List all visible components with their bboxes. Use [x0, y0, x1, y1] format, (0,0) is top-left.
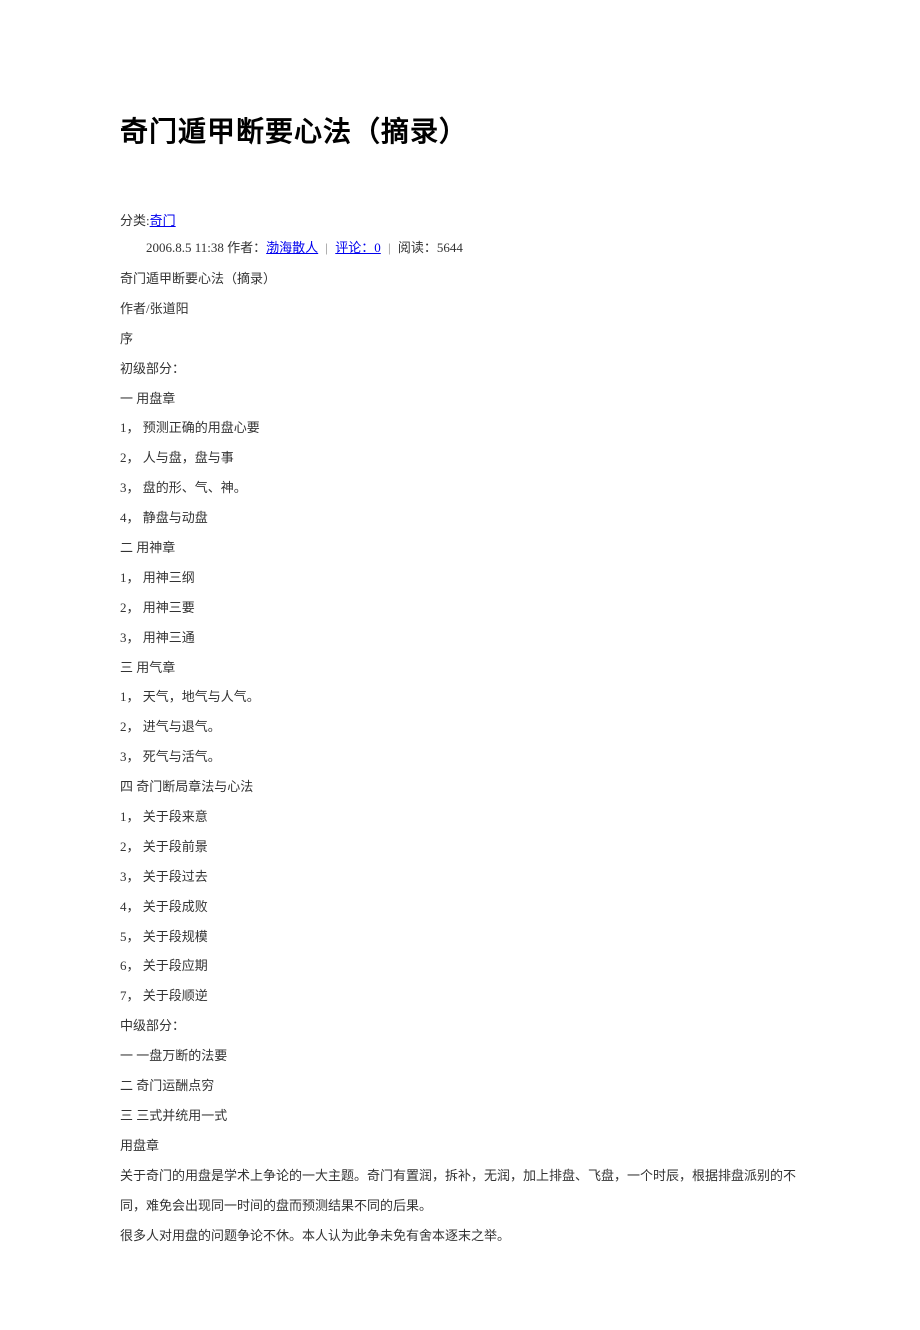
- body-line: 2， 用神三要: [120, 593, 800, 623]
- body-line: 1， 关于段来意: [120, 802, 800, 832]
- meta-author-label: 作者：: [227, 240, 266, 255]
- body-line: 二 奇门运酬点穷: [120, 1071, 800, 1101]
- body-line: 5， 关于段规模: [120, 922, 800, 952]
- document-page: 奇门遁甲断要心法（摘录） 分类:奇门 2006.8.5 11:38 作者：渤海散…: [0, 0, 920, 1330]
- body-line: 1， 预测正确的用盘心要: [120, 413, 800, 443]
- body-line: 3， 死气与活气。: [120, 742, 800, 772]
- author-link[interactable]: 渤海散人: [266, 240, 318, 255]
- body-line: 2， 关于段前景: [120, 832, 800, 862]
- body-line: 作者/张道阳: [120, 294, 800, 324]
- body-line: 初级部分：: [120, 354, 800, 384]
- body-line: 3， 用神三通: [120, 623, 800, 653]
- comments-link[interactable]: 评论：0: [335, 240, 381, 255]
- category-line: 分类:奇门: [120, 210, 800, 229]
- body-line: 1， 用神三纲: [120, 563, 800, 593]
- body-line: 3， 关于段过去: [120, 862, 800, 892]
- body-line: 三 用气章: [120, 653, 800, 683]
- body-line: 二 用神章: [120, 533, 800, 563]
- body-line: 1， 天气，地气与人气。: [120, 682, 800, 712]
- body-line: 三 三式并统用一式: [120, 1101, 800, 1131]
- body-line: 很多人对用盘的问题争论不休。本人认为此争未免有舍本逐末之举。: [120, 1221, 800, 1251]
- category-link[interactable]: 奇门: [150, 213, 176, 228]
- body-line: 奇门遁甲断要心法（摘录）: [120, 264, 800, 294]
- body-line: 一 一盘万断的法要: [120, 1041, 800, 1071]
- body-line: 6， 关于段应期: [120, 951, 800, 981]
- body-line: 四 奇门断局章法与心法: [120, 772, 800, 802]
- body-line: 用盘章: [120, 1131, 800, 1161]
- meta-line: 2006.8.5 11:38 作者：渤海散人 | 评论：0 | 阅读：5644: [120, 237, 800, 256]
- body-line: 一 用盘章: [120, 384, 800, 414]
- meta-reads: 阅读：5644: [398, 240, 463, 255]
- body-line: 2， 人与盘，盘与事: [120, 443, 800, 473]
- body-line: 3， 盘的形、气、神。: [120, 473, 800, 503]
- body-line: 7， 关于段顺逆: [120, 981, 800, 1011]
- body-line: 4， 静盘与动盘: [120, 503, 800, 533]
- meta-sep-1: |: [321, 240, 332, 255]
- body-line: 2， 进气与退气。: [120, 712, 800, 742]
- category-label: 分类:: [120, 213, 150, 228]
- body-line: 序: [120, 324, 800, 354]
- page-title: 奇门遁甲断要心法（摘录）: [120, 110, 800, 150]
- body-line: 关于奇门的用盘是学术上争论的一大主题。奇门有置润，拆补，无润，加上排盘、飞盘，一…: [120, 1161, 800, 1221]
- meta-sep-2: |: [384, 240, 395, 255]
- body-line: 中级部分：: [120, 1011, 800, 1041]
- body-line: 4， 关于段成败: [120, 892, 800, 922]
- meta-timestamp: 2006.8.5 11:38: [146, 240, 224, 255]
